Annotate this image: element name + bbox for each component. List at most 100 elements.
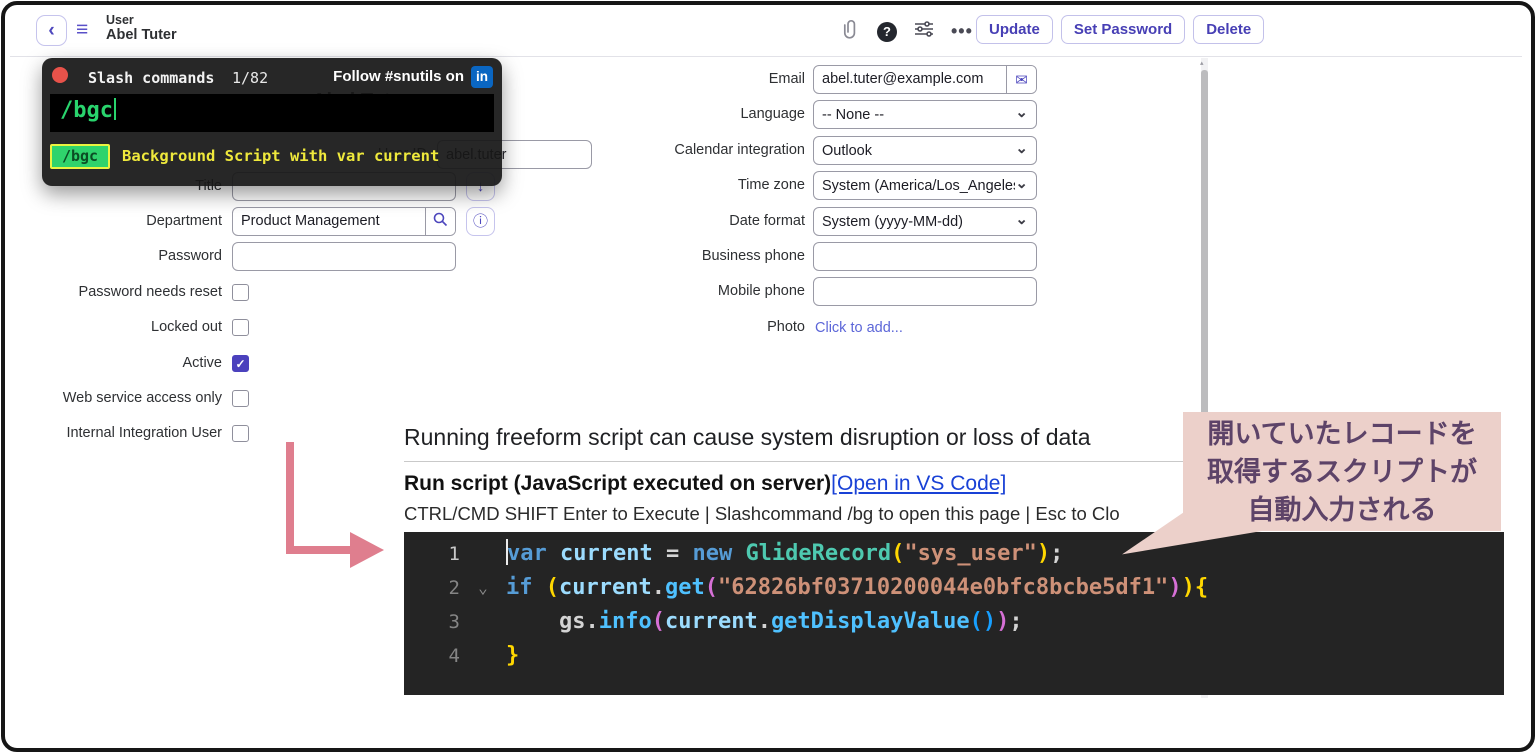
code-token: "62826bf03710200044e0bfc8bcbe5df1" — [718, 575, 1168, 600]
code-token: info — [599, 609, 652, 634]
help-icon[interactable]: ? — [877, 22, 897, 42]
open-vscode-link[interactable]: [Open in VS Code] — [831, 472, 1006, 495]
email-send-button[interactable]: ✉ — [1006, 66, 1036, 93]
internal-integration-user-label: Internal Integration User — [12, 419, 222, 448]
mobile-phone-input[interactable] — [813, 277, 1037, 306]
code-token: ( — [546, 575, 559, 600]
calendar-integration-select[interactable]: Outlook ⌄ — [813, 136, 1037, 165]
active-checkbox[interactable]: ✓ — [232, 355, 249, 372]
header-title: User Abel Tuter — [106, 13, 177, 43]
photo-add-link[interactable]: Click to add... — [815, 320, 903, 336]
run-script-heading: Run script (JavaScript executed on serve… — [404, 472, 1006, 496]
paperclip-icon[interactable] — [843, 19, 860, 44]
code-token: get — [665, 575, 705, 600]
code-token: ( — [891, 541, 904, 566]
slash-commands-overlay: Slash commands 1/82 Follow #snutils on i… — [42, 58, 502, 186]
department-lookup-button[interactable] — [425, 208, 455, 235]
code-text[interactable]: gs.info(current.getDisplayValue()); — [506, 605, 1504, 639]
password-needs-reset-label: Password needs reset — [12, 278, 222, 307]
email-label: Email — [640, 65, 805, 94]
fold-chevron-icon[interactable]: ⌄ — [460, 571, 506, 605]
slash-command-input[interactable]: /bgc — [50, 94, 494, 132]
suggestion-description[interactable]: Background Script with var current — [122, 144, 439, 169]
fold-chevron-icon[interactable] — [460, 537, 506, 571]
code-token: ) — [983, 609, 996, 634]
business-phone-input[interactable] — [813, 242, 1037, 271]
code-token: ) — [1037, 541, 1050, 566]
header-button-group: Update Set Password Delete — [976, 15, 1264, 44]
email-value[interactable]: abel.tuter@example.com — [814, 66, 1006, 93]
code-token: GlideRecord — [745, 541, 891, 566]
scroll-up-icon[interactable]: ▴ — [1200, 59, 1204, 67]
password-label: Password — [12, 242, 222, 271]
department-info-button[interactable]: ⓘ — [466, 207, 495, 236]
code-line[interactable]: 1 var current = new GlideRecord("sys_use… — [404, 537, 1504, 571]
code-token: = — [666, 541, 693, 566]
fold-chevron-icon[interactable] — [460, 605, 506, 639]
overlay-title: Slash commands — [88, 69, 214, 87]
web-service-access-only-label: Web service access only — [12, 384, 222, 413]
mobile-phone-label: Mobile phone — [640, 277, 805, 306]
code-token: "sys_user" — [904, 541, 1036, 566]
code-token: current — [665, 609, 758, 634]
code-token: current — [560, 541, 666, 566]
annotation-line: 取得するスクリプトが — [1183, 453, 1501, 491]
hamburger-menu-icon[interactable]: ≡ — [76, 18, 88, 42]
search-icon — [433, 212, 448, 232]
code-token: ) — [1182, 575, 1195, 600]
line-number: 4 — [404, 639, 460, 673]
suggestion-command-chip[interactable]: /bgc — [50, 144, 110, 169]
check-icon: ✓ — [235, 357, 245, 371]
linkedin-icon[interactable]: in — [471, 66, 493, 88]
code-text[interactable]: var current = new GlideRecord("sys_user"… — [506, 537, 1504, 571]
code-line[interactable]: 4 } — [404, 639, 1504, 673]
code-token: ; — [1009, 609, 1022, 634]
code-token: ( — [705, 575, 718, 600]
code-token: if — [506, 575, 546, 600]
internal-integration-user-checkbox[interactable] — [232, 425, 249, 442]
annotation-line: 開いていたレコードを — [1183, 415, 1501, 453]
code-token: getDisplayValue — [771, 609, 970, 634]
department-field[interactable]: Product Management — [232, 207, 456, 236]
update-button[interactable]: Update — [976, 15, 1053, 44]
date-format-select[interactable]: System (yyyy-MM-dd) ⌄ — [813, 207, 1037, 236]
code-token: { — [1195, 575, 1208, 600]
annotation-callout: 開いていたレコードを 取得するスクリプトが 自動入力される — [1183, 412, 1501, 531]
email-field[interactable]: abel.tuter@example.com ✉ — [813, 65, 1037, 94]
language-label: Language — [640, 100, 805, 129]
record-name-label: Abel Tuter — [106, 27, 177, 43]
fold-chevron-icon[interactable] — [460, 639, 506, 673]
back-button[interactable]: ‹ — [36, 15, 67, 46]
business-phone-label: Business phone — [640, 242, 805, 271]
delete-button[interactable]: Delete — [1193, 15, 1264, 44]
screenshot-stage: ‹ ≡ User Abel Tuter ? ••• Update Set Pas… — [0, 0, 1536, 753]
code-line[interactable]: 3 gs.info(current.getDisplayValue()); — [404, 605, 1504, 639]
line-number: 1 — [404, 537, 460, 571]
slash-command-text: /bgc — [60, 98, 116, 123]
overlay-counter: 1/82 — [232, 69, 268, 87]
code-token: gs — [506, 609, 585, 634]
locked-out-checkbox[interactable] — [232, 319, 249, 336]
code-token: ) — [1168, 575, 1181, 600]
time-zone-select[interactable]: System (America/Los_Angeles) ⌄ — [813, 171, 1037, 200]
execute-hint-text: CTRL/CMD SHIFT Enter to Execute | Slashc… — [404, 503, 1120, 527]
more-options-icon[interactable]: ••• — [951, 21, 973, 42]
language-value: -- None -- — [822, 107, 1015, 123]
password-input[interactable] — [232, 242, 456, 271]
language-select[interactable]: -- None -- ⌄ — [813, 100, 1037, 129]
code-text[interactable]: } — [506, 639, 1504, 673]
overlay-follow-text: Follow #snutils on — [333, 68, 464, 85]
code-token: } — [506, 643, 519, 668]
code-text[interactable]: if (current.get("62826bf03710200044e0bfc… — [506, 571, 1504, 605]
personalize-sliders-icon[interactable] — [914, 21, 934, 42]
department-value[interactable]: Product Management — [233, 208, 425, 235]
script-warning-text: Running freeform script can cause system… — [404, 424, 1183, 454]
time-zone-value: System (America/Los_Angeles) — [822, 178, 1015, 194]
divider — [404, 461, 1186, 462]
code-token: ) — [996, 609, 1009, 634]
password-needs-reset-checkbox[interactable] — [232, 284, 249, 301]
code-line[interactable]: 2 ⌄ if (current.get("62826bf03710200044e… — [404, 571, 1504, 605]
web-service-access-only-checkbox[interactable] — [232, 390, 249, 407]
code-editor[interactable]: 1 var current = new GlideRecord("sys_use… — [404, 532, 1504, 695]
set-password-button[interactable]: Set Password — [1061, 15, 1185, 44]
